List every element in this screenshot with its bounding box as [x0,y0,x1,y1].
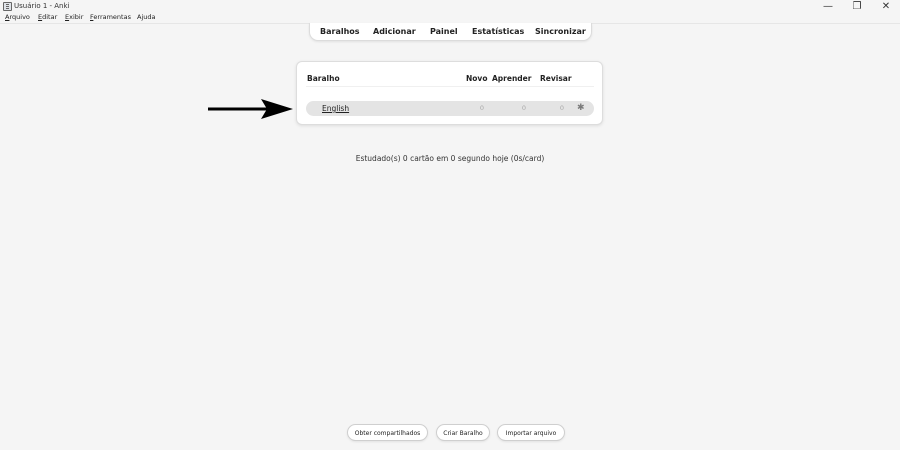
menu-bar: Arquivo Editar Exibir Ferramentas Ajuda [0,13,900,23]
column-header-new: Novo [466,74,488,83]
nav-browse[interactable]: Painel [430,27,458,36]
gear-icon[interactable]: ✱ [577,102,585,114]
menu-editar[interactable]: Editar [38,13,57,21]
menu-ajuda[interactable]: Ajuda [137,13,155,21]
window-title: Usuário 1 - Anki [14,2,70,10]
review-count: 0 [559,104,564,112]
deck-row[interactable]: English 0 0 0 ✱ [306,101,594,116]
menu-arquivo[interactable]: Arquivo [5,13,30,21]
title-bar: Usuário 1 - Anki — ❐ ✕ [0,0,900,14]
top-navigation: Baralhos Adicionar Painel Estatísticas S… [309,23,592,41]
column-header-review: Revisar [540,74,572,83]
minimize-button[interactable]: — [814,0,842,14]
menu-exibir[interactable]: Exibir [65,13,83,21]
deck-name-link[interactable]: English [322,104,349,113]
create-deck-button[interactable]: Criar Baralho [436,424,490,441]
nav-stats[interactable]: Estatísticas [472,27,524,36]
nav-add[interactable]: Adicionar [373,27,416,36]
anki-app-icon [3,2,12,11]
close-button[interactable]: ✕ [872,0,900,14]
column-header-deck: Baralho [307,74,340,83]
pointer-arrow [208,99,293,119]
menu-ferramentas[interactable]: Ferramentas [90,13,131,21]
header-divider [306,86,594,87]
import-file-button[interactable]: Importar arquivo [497,424,565,441]
nav-sync[interactable]: Sincronizar [535,27,586,36]
learn-count: 0 [521,104,526,112]
deck-list: Baralho Novo Aprender Revisar English 0 … [296,61,603,125]
study-stats: Estudado(s) 0 cartão em 0 segundo hoje (… [355,154,545,163]
get-shared-button[interactable]: Obter compartilhados [347,424,428,441]
new-count: 0 [479,104,484,112]
restore-button[interactable]: ❐ [843,0,871,14]
nav-decks[interactable]: Baralhos [320,27,360,36]
column-header-learn: Aprender [492,74,532,83]
